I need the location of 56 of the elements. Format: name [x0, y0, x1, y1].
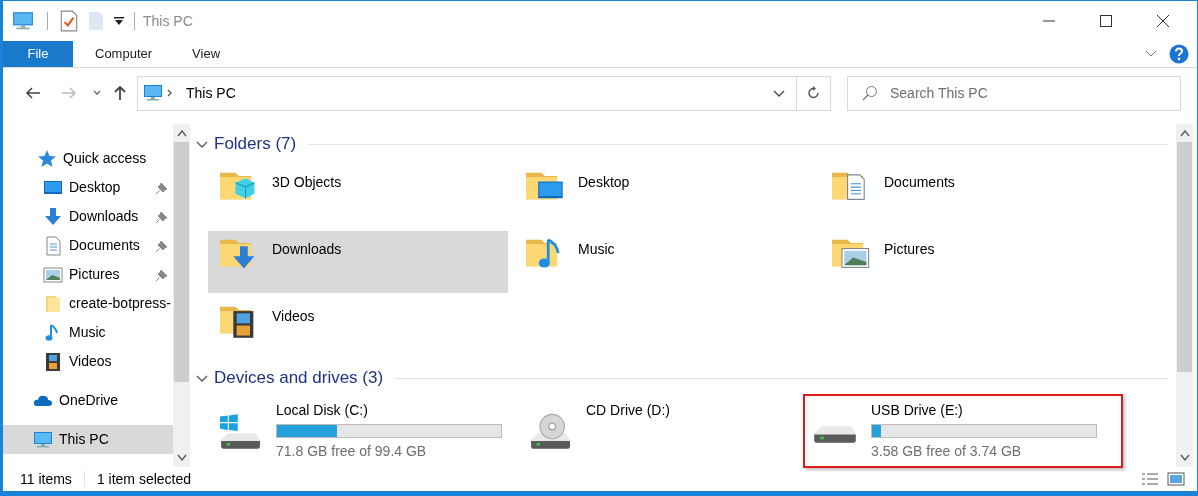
document-icon: [43, 235, 63, 256]
forward-icon: [61, 85, 77, 101]
refresh-icon: [806, 86, 821, 100]
sidebar-item[interactable]: This PC: [3, 425, 173, 454]
sidebar-scrollbar[interactable]: [173, 124, 190, 467]
folder-tile[interactable]: Documents: [820, 164, 1120, 226]
address-bar[interactable]: This PC: [137, 75, 797, 111]
back-icon: [25, 85, 41, 101]
address-path[interactable]: This PC: [186, 82, 236, 104]
drive-icon: [813, 425, 857, 444]
sidebar-item[interactable]: Pictures: [3, 260, 173, 289]
ribbon-tab[interactable]: View: [172, 41, 241, 67]
up-icon: [112, 85, 128, 101]
content-scrollbar[interactable]: [1176, 124, 1193, 467]
drive-tile[interactable]: Local Disk (C:) 71.8 GB free of 99.4 GB: [208, 394, 518, 468]
sidebar-item[interactable]: create-botpress-: [3, 289, 173, 318]
window-title: This PC: [143, 11, 193, 31]
monitor-icon: [142, 83, 164, 103]
drive-tile[interactable]: USB Drive (E:) 3.58 GB free of 3.74 GB: [803, 394, 1123, 468]
folder-tile[interactable]: Pictures: [820, 231, 1120, 293]
section-header[interactable]: Folders (7): [214, 131, 297, 157]
refresh-button[interactable]: [797, 75, 831, 111]
sidebar-item[interactable]: Quick access: [3, 144, 173, 173]
sidebar-item[interactable]: Music: [3, 318, 173, 347]
details-view-icon[interactable]: [1141, 471, 1159, 487]
sidebar-item[interactable]: Downloads: [3, 202, 173, 231]
sidebar-item[interactable]: Documents: [3, 231, 173, 260]
folder-tile[interactable]: 3D Objects: [208, 164, 508, 226]
monitor-icon[interactable]: [11, 10, 35, 32]
star-icon: [37, 148, 57, 169]
item-count: 11 items: [20, 469, 72, 489]
help-icon[interactable]: [1169, 44, 1189, 64]
folder-tile[interactable]: Music: [514, 231, 814, 293]
section-header[interactable]: Devices and drives (3): [214, 365, 384, 391]
sidebar-item[interactable]: Desktop: [3, 173, 173, 202]
search-icon: [862, 85, 878, 101]
maximize-icon: [1099, 15, 1112, 27]
folder-tile[interactable]: Downloads: [208, 231, 508, 293]
close-icon: [1156, 15, 1169, 27]
dropdown-icon[interactable]: [114, 16, 124, 26]
selection-count: 1 item selected: [96, 469, 192, 489]
folder-tile[interactable]: Videos: [208, 298, 508, 360]
expand-ribbon-icon[interactable]: [1145, 50, 1157, 58]
drive-tile[interactable]: CD Drive (D:): [518, 394, 803, 468]
folder-icon: [43, 293, 63, 314]
folder-tile[interactable]: Desktop: [514, 164, 814, 226]
sidebar-item[interactable]: Videos: [3, 347, 173, 376]
monitor-icon: [33, 429, 53, 450]
film-strip-icon: [43, 351, 63, 372]
picture-icon: [43, 264, 63, 285]
down-arrow-icon: [43, 206, 63, 227]
file-menu-tab[interactable]: File: [3, 41, 73, 67]
checklist-icon[interactable]: [60, 10, 78, 32]
large-icons-view-icon[interactable]: [1167, 471, 1185, 487]
sidebar-item[interactable]: OneDrive: [3, 386, 173, 415]
ribbon-tab[interactable]: Computer: [75, 41, 173, 67]
